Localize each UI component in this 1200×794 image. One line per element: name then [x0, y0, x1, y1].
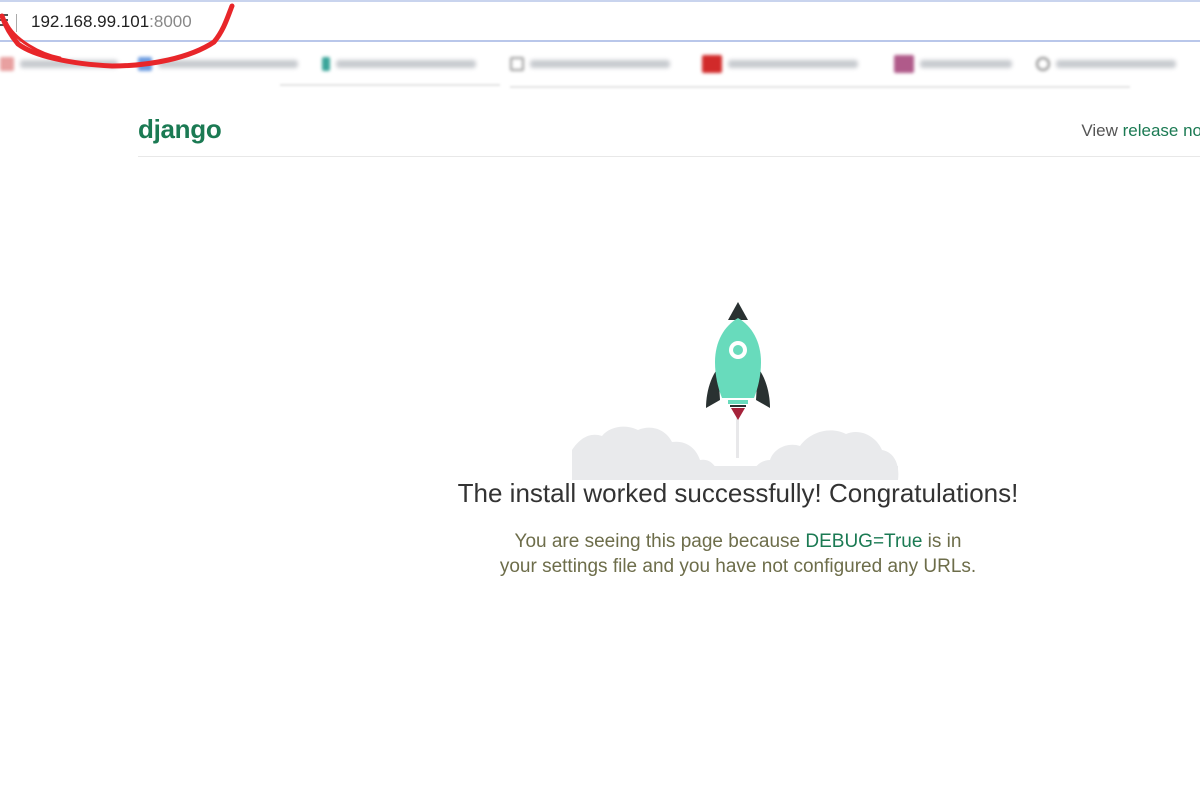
django-logo[interactable]: django: [138, 114, 222, 145]
url-field[interactable]: 192.168.99.101:8000: [31, 12, 192, 32]
bookmark-favicon-icon: [322, 57, 330, 71]
release-prefix: View: [1081, 121, 1123, 140]
sub-text-before: You are seeing this page because: [514, 531, 806, 552]
bookmark-item[interactable]: [510, 56, 670, 72]
bookmark-favicon-icon: [702, 55, 722, 73]
rocket-icon: [706, 302, 770, 420]
bookmark-favicon-icon: [0, 57, 14, 71]
release-notes: View release no: [1081, 121, 1200, 141]
address-divider: [16, 14, 17, 32]
bookmark-favicon-icon: [138, 57, 152, 71]
menu-icon[interactable]: [0, 14, 10, 30]
bookmarks-bar: [0, 44, 1200, 84]
rocket-illustration: [572, 302, 899, 480]
django-header: django View release no: [138, 100, 1200, 157]
bookmark-item[interactable]: [138, 56, 298, 72]
success-headline: The install worked successfully! Congrat…: [457, 478, 1019, 508]
address-bar[interactable]: 192.168.99.101:8000: [0, 0, 1200, 42]
url-host: 192.168.99.101: [31, 12, 150, 31]
bookmark-favicon-icon: [1036, 57, 1050, 71]
bookmark-item[interactable]: [894, 55, 1012, 73]
cloud-icon: [572, 426, 899, 480]
url-port: :8000: [149, 12, 192, 31]
release-notes-link[interactable]: release no: [1123, 121, 1200, 140]
debug-setting: DEBUG=True: [805, 531, 923, 552]
bookmark-item[interactable]: [0, 56, 118, 72]
bookmark-item[interactable]: [1036, 56, 1176, 72]
bookmark-favicon-icon: [894, 55, 914, 73]
bookmark-item[interactable]: [322, 56, 476, 72]
bookmark-item[interactable]: [702, 55, 858, 73]
bookmark-favicon-icon: [510, 57, 524, 71]
debug-explanation: You are seeing this page because DEBUG=T…: [494, 529, 982, 579]
exhaust-trail: [736, 418, 739, 458]
